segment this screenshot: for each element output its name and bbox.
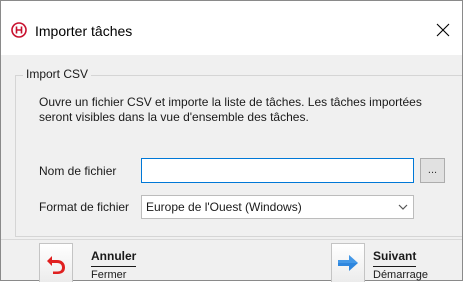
app-logo-icon — [11, 22, 27, 38]
import-dialog: Importer tâches Import CSV Ouvre un fich… — [0, 0, 463, 282]
chevron-down-icon — [393, 196, 413, 218]
footer-separator — [1, 239, 462, 240]
next-title: Suivant — [373, 249, 417, 267]
close-icon — [436, 23, 450, 37]
file-format-select[interactable]: Europe de l'Ouest (Windows) — [141, 195, 414, 219]
next-subtitle: Démarrage — [373, 269, 429, 281]
group-description: Ouvre un fichier CSV et importe la liste… — [39, 95, 422, 124]
undo-arrow-icon — [39, 243, 73, 282]
cancel-subtitle: Fermer — [91, 269, 127, 281]
right-arrow-icon — [331, 243, 365, 282]
group-legend: Import CSV — [23, 67, 92, 81]
filename-input[interactable] — [141, 158, 414, 183]
window-title: Importer tâches — [35, 23, 133, 39]
cancel-title: Annuler — [91, 249, 137, 267]
format-label: Format de fichier — [39, 200, 130, 214]
filename-label: Nom de fichier — [39, 164, 117, 178]
title-bar: Importer tâches — [1, 1, 462, 55]
browse-button[interactable]: ... — [420, 158, 445, 183]
close-button[interactable] — [433, 20, 453, 40]
file-format-value: Europe de l'Ouest (Windows) — [146, 200, 302, 214]
next-button[interactable]: Suivant Démarrage — [331, 243, 451, 282]
cancel-button[interactable]: Annuler Fermer — [39, 243, 169, 282]
